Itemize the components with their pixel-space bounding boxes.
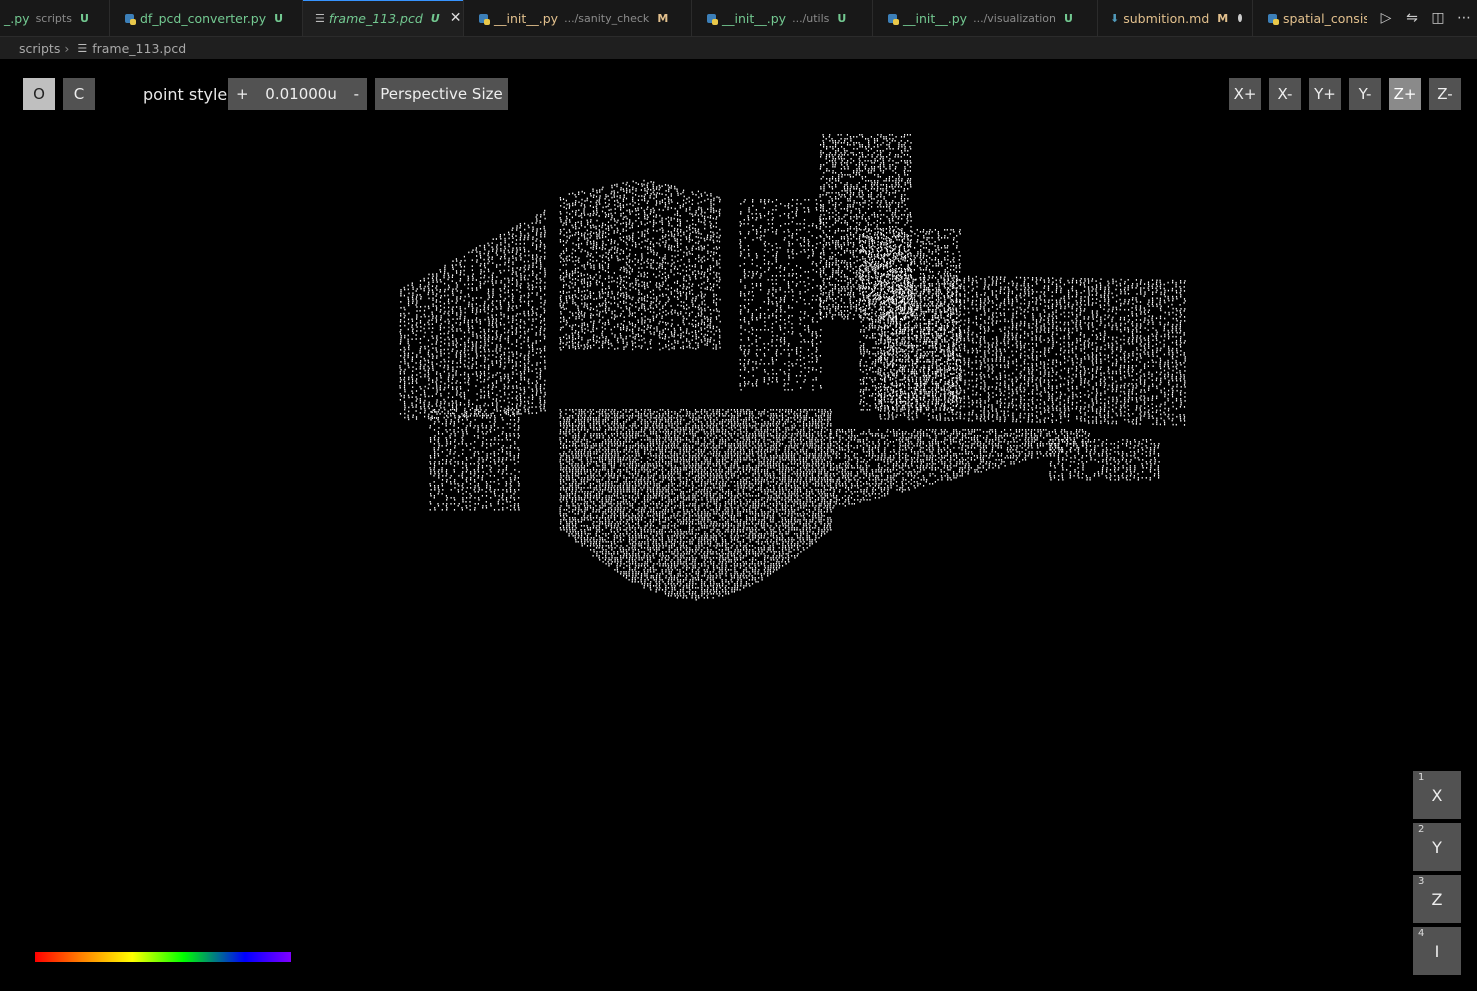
pcd-file-icon: ☰	[77, 41, 88, 55]
color-by-z-button[interactable]: 3 Z	[1413, 875, 1461, 923]
tab-description: .../sanity_check	[564, 11, 650, 25]
unsaved-dot-icon[interactable]	[1238, 14, 1242, 22]
view-z-minus-button[interactable]: Z-	[1429, 78, 1461, 110]
tab-label: __init__.py	[903, 10, 968, 26]
breadcrumb-folder[interactable]: scripts	[19, 41, 60, 56]
markdown-icon: ⬇	[1110, 11, 1120, 25]
orthographic-button[interactable]: O	[23, 78, 55, 110]
editor-actions: ▷ ⇋ ◫ ⋯	[1367, 0, 1477, 36]
color-by-intensity-button[interactable]: 4 I	[1413, 927, 1461, 975]
axis-label: X	[1431, 785, 1443, 805]
pcd-file-icon: ☰	[315, 11, 325, 25]
git-status-badge: U	[837, 11, 847, 25]
tab-label: frame_113.pcd	[328, 10, 423, 26]
tab-label: spatial_consis	[1283, 10, 1370, 26]
point-size-control: + 0.01000u -	[228, 78, 367, 110]
shortcut-number: 1	[1418, 772, 1425, 783]
point-cloud-canvas[interactable]	[0, 59, 1477, 991]
tab-submition-md[interactable]: ⬇ submition.md M	[1098, 0, 1253, 36]
view-x-plus-button[interactable]: X+	[1229, 78, 1261, 110]
tab-label: _.py	[4, 10, 30, 26]
breadcrumb-file[interactable]: frame_113.pcd	[92, 41, 186, 56]
shortcut-number: 4	[1418, 928, 1425, 939]
view-y-minus-button[interactable]: Y-	[1349, 78, 1381, 110]
breadcrumb: scripts › ☰ frame_113.pcd	[0, 37, 1477, 59]
tab-scripts-py[interactable]: _.py scripts U	[0, 0, 110, 36]
tab-init-sanity-check[interactable]: __init__.py .../sanity_check M	[464, 0, 692, 36]
axis-label: I	[1434, 941, 1440, 961]
increase-point-size-button[interactable]: +	[236, 85, 249, 103]
git-status-badge: U	[274, 11, 284, 25]
tab-df-pcd-converter[interactable]: df_pcd_converter.py U	[110, 0, 303, 36]
close-icon[interactable]: ✕	[450, 10, 462, 26]
git-status-badge: U	[1063, 11, 1073, 25]
tab-description: scripts	[35, 11, 72, 25]
tab-frame-113-pcd[interactable]: ☰ frame_113.pcd U ✕	[303, 0, 464, 36]
git-status-badge: U	[79, 11, 89, 25]
python-icon	[122, 13, 136, 25]
view-y-plus-button[interactable]: Y+	[1309, 78, 1341, 110]
point-style-label: point style	[143, 85, 228, 104]
view-z-plus-button[interactable]: Z+	[1389, 78, 1421, 110]
git-status-badge: M	[1217, 11, 1229, 25]
shortcut-number: 2	[1418, 824, 1425, 835]
python-icon	[476, 13, 490, 25]
axis-label: Y	[1432, 837, 1442, 857]
chevron-right-icon: ›	[64, 40, 70, 56]
split-editor-icon[interactable]: ◫	[1425, 10, 1451, 26]
run-icon[interactable]: ▷	[1373, 10, 1399, 26]
python-icon	[704, 13, 718, 25]
tab-label: __init__.py	[722, 10, 787, 26]
tab-description: .../visualization	[973, 11, 1056, 25]
shortcut-number: 3	[1418, 876, 1425, 887]
tab-label: df_pcd_converter.py	[140, 10, 267, 26]
git-status-badge: M	[657, 11, 669, 25]
tab-init-visualization[interactable]: __init__.py .../visualization U	[873, 0, 1098, 36]
color-by-y-button[interactable]: 2 Y	[1413, 823, 1461, 871]
editor-tab-bar: _.py scripts U df_pcd_converter.py U ☰ f…	[0, 0, 1477, 37]
colormap-legend	[35, 952, 291, 962]
point-size-value: 0.01000u	[265, 85, 337, 103]
tab-label: __init__.py	[494, 10, 559, 26]
compare-changes-icon[interactable]: ⇋	[1399, 10, 1425, 26]
axis-label: Z	[1431, 889, 1443, 909]
view-x-minus-button[interactable]: X-	[1269, 78, 1301, 110]
point-cloud-viewer[interactable]: O C point style + 0.01000u - Perspective…	[0, 59, 1477, 991]
more-actions-icon[interactable]: ⋯	[1451, 10, 1477, 26]
decrease-point-size-button[interactable]: -	[354, 85, 359, 103]
tab-label: submition.md	[1123, 10, 1210, 26]
tab-init-utils[interactable]: __init__.py .../utils U	[692, 0, 873, 36]
perspective-size-button[interactable]: Perspective Size	[375, 78, 508, 110]
color-by-x-button[interactable]: 1 X	[1413, 771, 1461, 819]
python-icon	[885, 13, 899, 25]
python-icon	[1265, 13, 1279, 25]
point-cloud-points	[399, 134, 1186, 601]
camera-button[interactable]: C	[63, 78, 95, 110]
tab-description: .../utils	[792, 11, 830, 25]
git-status-badge: U	[430, 11, 440, 25]
